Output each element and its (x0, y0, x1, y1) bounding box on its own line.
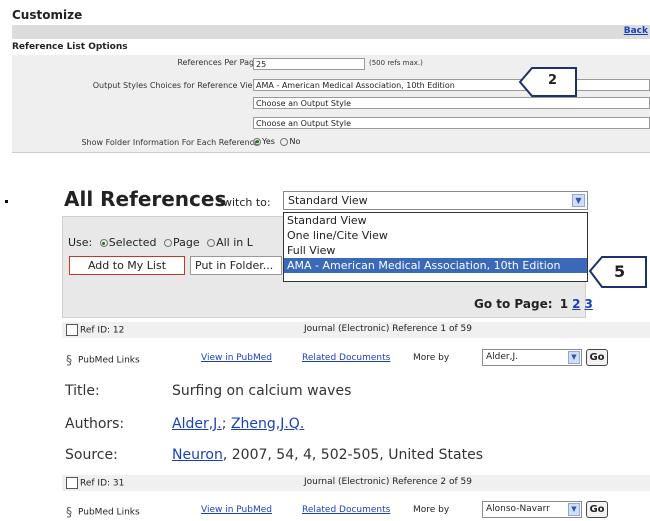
journal-link[interactable]: Neuron (172, 447, 223, 463)
pubmed-row: § PubMed Links View in PubMed Related Doc… (62, 348, 650, 368)
callout-5-number: 5 (614, 262, 626, 281)
page-current: 1 (559, 297, 569, 311)
header-bar: Back (12, 25, 650, 39)
bullet-dot (5, 200, 8, 203)
author-link[interactable]: Alder,J. (172, 416, 222, 432)
view-dropdown-list: Standard View One line/Cite View Full Vi… (283, 212, 588, 282)
related-documents-link[interactable]: Related Documents (302, 353, 390, 363)
link-icon: § (66, 353, 72, 367)
folder-no-radio[interactable] (280, 137, 289, 146)
folder-info-radios: Yes No (253, 137, 300, 146)
view-select[interactable]: Standard View ▼ (283, 191, 588, 210)
link-icon: § (66, 505, 72, 519)
add-to-my-list-button[interactable]: Add to My List (69, 256, 185, 275)
use-selected-label: Selected (108, 236, 157, 249)
view-select-value: Standard View (288, 194, 368, 207)
ref-id: Ref ID: 31 (80, 478, 125, 489)
view-option-full[interactable]: Full View (284, 243, 587, 258)
ref-select-checkbox[interactable] (66, 477, 78, 489)
refs-per-page-label: References Per Page (177, 58, 259, 67)
goto-label: Go to Page: (474, 297, 553, 311)
folder-info-label: Show Folder Information For Each Referen… (81, 138, 259, 147)
chevron-down-icon[interactable]: ▼ (568, 503, 580, 516)
author-select[interactable]: Alder,J. ▼ (482, 349, 582, 366)
ref-header-row: Ref ID: 31 Journal (Electronic) Referenc… (62, 475, 650, 491)
pubmed-links-label: PubMed Links (78, 355, 140, 366)
view-option-one-line[interactable]: One line/Cite View (284, 228, 587, 243)
output-styles-label: Output Styles Choices for Reference View (92, 81, 259, 90)
folder-yes-label: Yes (262, 137, 275, 146)
more-by-label: More by (413, 505, 450, 515)
authors-list: Alder,J.; Zheng,J.Q. (172, 416, 305, 432)
use-label: Use: (68, 236, 93, 249)
more-by-label: More by (413, 353, 450, 363)
pubmed-links-label: PubMed Links (78, 507, 140, 518)
use-page-label: Page (172, 236, 200, 249)
pagination: Go to Page: 123 (474, 297, 593, 311)
author-select[interactable]: Alonso-Navarr ▼ (482, 501, 582, 518)
put-in-folder-button[interactable]: Put in Folder... (190, 256, 282, 275)
source-label: Source: (65, 447, 118, 463)
go-button[interactable]: Go (586, 501, 608, 518)
view-option-ama[interactable]: AMA - American Medical Association, 10th… (284, 258, 587, 273)
output-style-select-2[interactable]: Choose an Output Style (253, 97, 650, 109)
view-in-pubmed-link[interactable]: View in PubMed (201, 353, 272, 363)
section-title: Reference List Options (12, 42, 128, 52)
output-style-select-3[interactable]: Choose an Output Style (253, 117, 650, 129)
author-select-value: Alonso-Navarr (486, 504, 550, 514)
ref-header-row: Ref ID: 12 Journal (Electronic) Referenc… (62, 322, 650, 338)
ref-type-label: Journal (Electronic) Reference 1 of 59 (304, 324, 472, 334)
related-documents-link[interactable]: Related Documents (302, 505, 390, 515)
chevron-down-icon[interactable]: ▼ (568, 351, 580, 364)
back-link[interactable]: Back (624, 26, 648, 36)
output-style-select-1[interactable]: AMA - American Medical Association, 10th… (253, 79, 650, 91)
all-references-title: All References (64, 187, 227, 211)
authors-label: Authors: (65, 416, 125, 432)
view-in-pubmed-link[interactable]: View in PubMed (201, 505, 272, 515)
page-link-3[interactable]: 3 (584, 297, 592, 311)
go-button[interactable]: Go (586, 349, 608, 366)
chevron-down-icon[interactable]: ▼ (572, 194, 585, 207)
use-all-label: All in L (216, 236, 253, 249)
use-all-radio[interactable] (207, 239, 216, 247)
folder-yes-radio[interactable] (253, 137, 261, 146)
title-label: Title: (65, 383, 100, 399)
refs-per-page-input[interactable]: 25 (253, 58, 365, 70)
use-selected-radio[interactable] (99, 239, 108, 247)
source-details: , 2007, 54, 4, 502-505, United States (222, 447, 484, 463)
ref-id: Ref ID: 12 (80, 325, 125, 336)
use-options: Use: Selected Page All in L (68, 236, 253, 249)
switch-to-label: Switch to: (216, 196, 271, 209)
divider (12, 152, 650, 153)
folder-no-label: No (289, 137, 301, 146)
view-option-standard[interactable]: Standard View (284, 213, 587, 228)
pubmed-row: § PubMed Links View in PubMed Related Doc… (62, 500, 650, 520)
refs-max-hint: (500 refs max.) (369, 59, 423, 67)
ref-type-label: Journal (Electronic) Reference 2 of 59 (304, 477, 472, 487)
page-title: Customize (12, 8, 83, 22)
ref-title: Surfing on calcium waves (172, 383, 352, 399)
author-link[interactable]: Zheng,J.Q. (231, 416, 304, 432)
callout-2-number: 2 (548, 73, 558, 88)
use-page-radio[interactable] (163, 239, 172, 247)
author-select-value: Alder,J. (486, 352, 518, 362)
source-value: Neuron, 2007, 54, 4, 502-505, United Sta… (172, 447, 483, 463)
page-link-2[interactable]: 2 (572, 297, 580, 311)
ref-select-checkbox[interactable] (66, 324, 78, 336)
